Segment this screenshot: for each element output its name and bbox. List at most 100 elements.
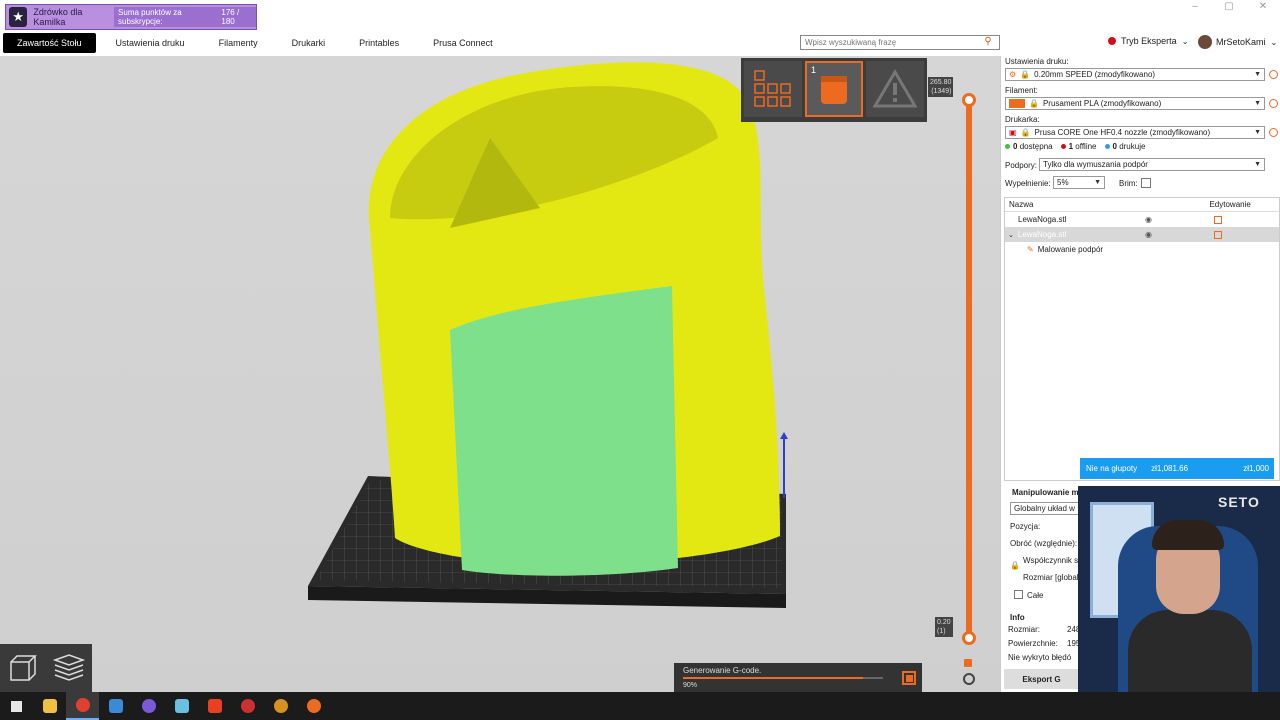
lock-icon[interactable]: [964, 659, 972, 667]
lock-icon[interactable]: 🔒: [1010, 561, 1020, 570]
object-list: Nazwa Edytowanie LewaNoga.stl ◉ ⌄ LewaNo…: [1004, 197, 1280, 481]
app-icon[interactable]: [264, 692, 297, 720]
eye-icon[interactable]: ◉: [1145, 215, 1152, 224]
status-available: 0 dostępna: [1005, 142, 1053, 151]
minimize-icon[interactable]: –: [1178, 0, 1212, 14]
column-edit: Edytowanie: [1209, 200, 1251, 209]
eye-icon[interactable]: ◉: [1145, 230, 1152, 239]
thumbnail-number: 1: [811, 65, 817, 75]
webcam-person-hair: [1152, 520, 1224, 550]
chevron-down-icon: ⌄: [1270, 37, 1278, 47]
search-input[interactable]: [801, 38, 981, 47]
tab-print-settings[interactable]: Ustawienia druku: [102, 33, 199, 53]
status-printing: 0 drukuje: [1104, 142, 1146, 151]
cost-value-current: zł1,081.66: [1151, 464, 1189, 473]
status-dot: [1060, 144, 1066, 150]
app-icon[interactable]: [165, 692, 198, 720]
coordinate-select[interactable]: Globalny układ w: [1010, 502, 1084, 515]
gcode-progress-fill: [683, 677, 863, 679]
list-item[interactable]: ✎ Malowanie podpór: [1005, 242, 1279, 257]
sub-points-value: 176 / 180: [221, 8, 240, 26]
prusaslicer-icon[interactable]: [297, 692, 330, 720]
edit-icon[interactable]: [1214, 230, 1222, 239]
filament-label: Filament:: [1005, 86, 1038, 95]
layer-slider-bottom-handle[interactable]: [962, 631, 976, 645]
supports-label: Podpory:: [1005, 161, 1038, 170]
maximize-icon[interactable]: ▢: [1212, 0, 1246, 14]
manipulation-title: Manipulowanie m: [1012, 488, 1079, 497]
tab-prusa-connect[interactable]: Prusa Connect: [419, 33, 507, 53]
export-gcode-button[interactable]: Eksport G: [1004, 669, 1079, 689]
stream-subscription-widget: ★ Zdrówko dla Kamilka Suma punktów za su…: [5, 4, 257, 30]
model-lewanoga[interactable]: [350, 58, 790, 578]
chevron-down-icon: ▼: [1254, 161, 1261, 168]
z-axis-arrow: [780, 432, 788, 498]
app-icon[interactable]: [99, 692, 132, 720]
printer-label: Drukarka:: [1005, 115, 1040, 124]
list-item[interactable]: ⌄ LewaNoga.stl ◉: [1005, 227, 1279, 242]
edit-icon[interactable]: [1214, 215, 1222, 224]
status-text: drukuje: [1119, 142, 1146, 151]
status-count: 0: [1013, 142, 1018, 151]
preview-layers-icon[interactable]: [46, 644, 92, 692]
3d-viewport[interactable]: 1 265.80 (1349) 0.20 (1) Generowanie G-c…: [0, 56, 1000, 692]
coordinate-value: Globalny układ w: [1014, 504, 1075, 513]
webcam-overlay: SETO: [1078, 486, 1280, 692]
gcode-progress-bar: [683, 677, 883, 679]
supports-value: Tylko dla wymuszania podpór: [1043, 160, 1148, 169]
gear-icon[interactable]: [1269, 70, 1278, 79]
gear-icon[interactable]: [1269, 128, 1278, 137]
mode-label: Tryb Eksperta: [1121, 36, 1177, 46]
chrome-icon[interactable]: [66, 692, 99, 720]
search-box: ⚲: [800, 35, 1000, 50]
avatar: [1198, 35, 1212, 49]
tab-plater[interactable]: Zawartość Stołu: [3, 33, 96, 53]
tab-filaments[interactable]: Filamenty: [205, 33, 272, 53]
list-item[interactable]: LewaNoga.stl ◉: [1005, 212, 1279, 227]
search-icon[interactable]: ⚲: [981, 36, 995, 50]
gear-icon[interactable]: [963, 673, 975, 685]
stream-widget-sub: Suma punktów za subskrypcje: 176 / 180: [114, 7, 256, 27]
file-explorer-icon[interactable]: [33, 692, 66, 720]
filament-value: Prusament PLA (zmodyfikowano): [1042, 99, 1162, 108]
print-settings-select[interactable]: ⚙ 🔒 0.20mm SPEED (zmodyfikowano) ▼: [1005, 68, 1265, 81]
filament-select[interactable]: 🔒 Prusament PLA (zmodyfikowano) ▼: [1005, 97, 1265, 110]
whole-checkbox[interactable]: [1014, 590, 1023, 599]
infill-select[interactable]: 5% ▼: [1053, 176, 1105, 189]
arrange-icon[interactable]: [744, 61, 802, 117]
status-text: offline: [1075, 142, 1097, 151]
supports-select[interactable]: Tylko dla wymuszania podpór ▼: [1039, 158, 1265, 171]
scale-label: Współczynnik s: [1023, 556, 1079, 565]
cost-value-goal: zł1,000: [1243, 464, 1269, 473]
object-thumbnail-1[interactable]: 1: [805, 61, 863, 117]
rotate-label: Obróć (względnie):: [1010, 539, 1078, 548]
brave-icon[interactable]: [198, 692, 231, 720]
warning-icon[interactable]: [866, 61, 924, 117]
chevron-down-icon[interactable]: ⌄: [1008, 231, 1014, 239]
sub-item-name: Malowanie podpór: [1037, 245, 1104, 254]
app-icon[interactable]: [231, 692, 264, 720]
tab-printers[interactable]: Drukarki: [278, 33, 340, 53]
title-bar: ★ Zdrówko dla Kamilka Suma punktów za su…: [0, 0, 1280, 32]
windows-start-icon[interactable]: [0, 692, 33, 720]
chevron-down-icon: ▼: [1254, 71, 1261, 78]
brim-checkbox[interactable]: [1141, 178, 1151, 188]
sub-points-label: Suma punktów za subskrypcje:: [118, 8, 182, 26]
mode-selector[interactable]: Tryb Eksperta ⌄: [1108, 36, 1188, 46]
3d-view-icon[interactable]: [0, 644, 46, 692]
gear-icon[interactable]: [1269, 99, 1278, 108]
stop-button[interactable]: [902, 671, 916, 685]
status-text: dostępna: [1019, 142, 1053, 151]
gcode-progress: Generowanie G-code. 90%: [674, 663, 922, 692]
printer-select[interactable]: ▣ 🔒 Prusa CORE One HF0.4 nozzle (zmodyfi…: [1005, 126, 1265, 139]
user-menu[interactable]: MrSetoKami ⌄: [1198, 35, 1277, 49]
discord-icon[interactable]: [132, 692, 165, 720]
infill-value: 5%: [1057, 178, 1069, 187]
info-title: Info: [1010, 613, 1025, 622]
layer-slider-top-handle[interactable]: [962, 93, 976, 107]
printer-status-row: 0 dostępna 1 offline 0 drukuje: [1005, 142, 1145, 151]
printer-icon: ▣: [1009, 128, 1017, 137]
layer-slider-track[interactable]: [966, 100, 972, 638]
tab-printables[interactable]: Printables: [345, 33, 413, 53]
close-icon[interactable]: ✕: [1246, 0, 1280, 14]
